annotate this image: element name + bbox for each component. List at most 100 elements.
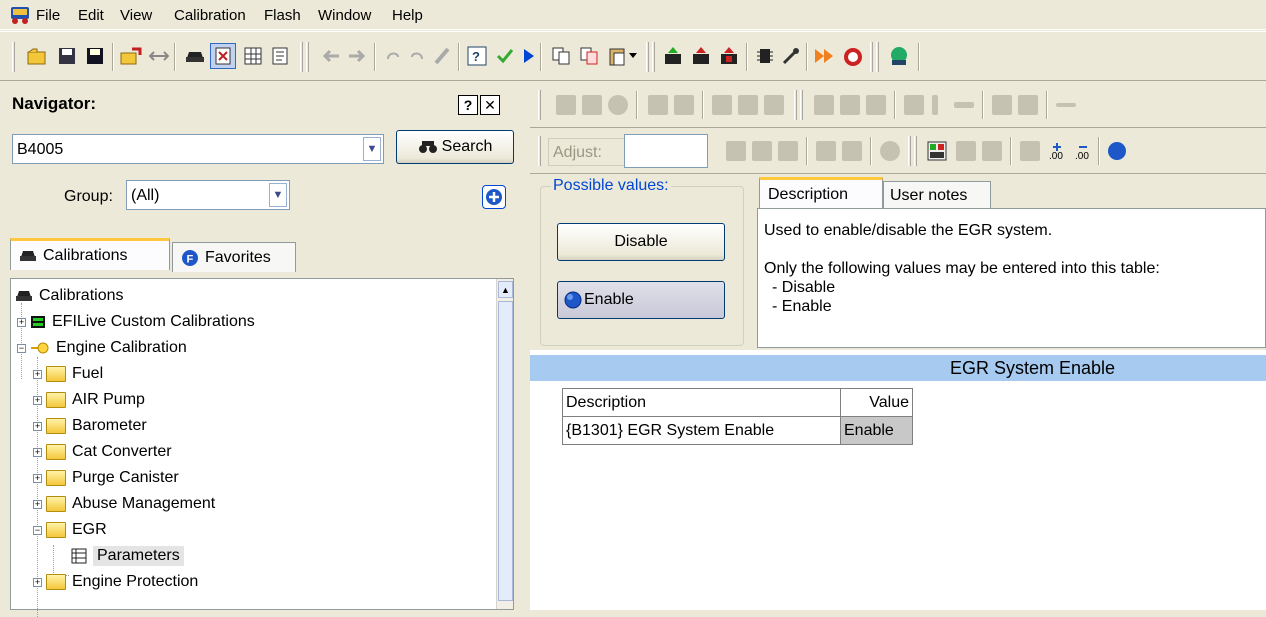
calibration-tree[interactable]: Calibrations + EFILive Custom Calibratio… xyxy=(10,278,514,617)
search-button[interactable]: Search xyxy=(396,130,514,164)
arrow-right-disabled-icon[interactable] xyxy=(1056,103,1076,107)
search-input[interactable]: B4005 xyxy=(17,141,63,159)
scroll-thumb[interactable] xyxy=(498,301,513,601)
expand-plus-icon[interactable]: + xyxy=(17,317,26,327)
expand-plus-icon[interactable]: + xyxy=(33,499,42,509)
chip-icon[interactable] xyxy=(754,45,776,67)
open-compare-icon[interactable] xyxy=(120,45,142,67)
copy-icon[interactable] xyxy=(550,45,572,67)
tree-node-engine-calibration[interactable]: − Engine Calibration xyxy=(17,335,187,361)
tree-folder-egr[interactable]: − EGR xyxy=(33,517,107,543)
column-header-value[interactable]: Value xyxy=(840,388,913,417)
expand-plus-icon[interactable]: + xyxy=(33,395,42,405)
vehicle-icon[interactable] xyxy=(184,45,206,67)
undo-icon[interactable] xyxy=(382,45,404,67)
edit-wizard-icon[interactable] xyxy=(432,45,454,67)
menu-file[interactable]: File xyxy=(36,7,60,24)
align-icon[interactable] xyxy=(1020,141,1040,161)
menu-window[interactable]: Window xyxy=(318,7,371,24)
toolbar-grip[interactable] xyxy=(12,42,15,72)
table-grid-icon[interactable] xyxy=(242,45,264,67)
scroll-up-icon[interactable]: ▲ xyxy=(498,281,513,298)
fill-icon[interactable] xyxy=(764,95,784,115)
alt-icon[interactable] xyxy=(674,95,694,115)
paste-icon[interactable] xyxy=(606,45,628,67)
smooth-icon[interactable] xyxy=(738,95,758,115)
help-context-icon[interactable]: ? xyxy=(466,45,488,67)
add-group-button[interactable] xyxy=(482,185,506,209)
tree-folder-fuel[interactable]: + Fuel xyxy=(33,361,103,387)
tree-folder-abuse-management[interactable]: + Abuse Management xyxy=(33,491,215,517)
expand-plus-icon[interactable]: + xyxy=(33,577,42,587)
compare-arrows-icon[interactable] xyxy=(148,45,170,67)
tree-leaf-parameters[interactable]: Parameters xyxy=(71,543,184,569)
bar-icon[interactable] xyxy=(932,95,938,115)
tools-disabled-icon[interactable] xyxy=(814,95,834,115)
group-select[interactable]: (All) xyxy=(131,187,159,205)
decrease-decimals-icon[interactable]: .00 xyxy=(1072,140,1094,162)
forward-arrow-icon[interactable] xyxy=(346,45,368,67)
plus-minus-icon[interactable] xyxy=(752,141,772,161)
row-value-cell[interactable]: Enable xyxy=(840,416,913,445)
grid-view-icon[interactable] xyxy=(904,95,924,115)
flash-ecu-icon[interactable] xyxy=(690,45,712,67)
tab-calibrations[interactable]: Calibrations xyxy=(10,238,170,270)
tab-user-notes[interactable]: User notes xyxy=(883,181,991,209)
tab-favorites[interactable]: F Favorites xyxy=(172,242,296,272)
info-circle-icon[interactable] xyxy=(1106,140,1128,162)
frame-icon[interactable] xyxy=(956,141,976,161)
cal-icon[interactable] xyxy=(648,95,668,115)
enable-button[interactable]: Enable xyxy=(557,281,725,319)
expand-plus-icon[interactable]: + xyxy=(33,421,42,431)
save-as-icon[interactable] xyxy=(84,45,106,67)
navigator-help-button[interactable]: ? xyxy=(458,95,478,115)
navigator-close-button[interactable]: ✕ xyxy=(480,95,500,115)
tree-folder-cat-converter[interactable]: + Cat Converter xyxy=(33,439,172,465)
interpolate-icon[interactable] xyxy=(712,95,732,115)
hash-icon[interactable] xyxy=(726,141,746,161)
dash-icon[interactable] xyxy=(954,102,974,108)
check-update-icon[interactable] xyxy=(494,45,516,67)
tree-folder-barometer[interactable]: + Barometer xyxy=(33,413,147,439)
tree-node-custom-calibrations[interactable]: + EFILive Custom Calibrations xyxy=(17,309,255,335)
paste-dropdown-icon[interactable] xyxy=(628,45,638,67)
chevron-down-icon[interactable]: ▼ xyxy=(269,183,287,207)
expand-plus-icon[interactable]: + xyxy=(33,369,42,379)
tree-folder-engine-protection[interactable]: + Engine Protection xyxy=(33,569,198,595)
collapse-minus-icon[interactable]: − xyxy=(17,343,26,353)
curve-alt-icon[interactable] xyxy=(842,141,862,161)
menu-flash[interactable]: Flash xyxy=(264,7,301,24)
expand-plus-icon[interactable]: + xyxy=(33,473,42,483)
disable-button[interactable]: Disable xyxy=(557,223,725,261)
merge-view-icon[interactable] xyxy=(1018,95,1038,115)
play-icon[interactable] xyxy=(518,45,540,67)
redo-icon[interactable] xyxy=(406,45,428,67)
flash-cal-icon[interactable] xyxy=(718,45,740,67)
search-combo[interactable]: B4005 ▼ xyxy=(12,134,384,164)
row-description-cell[interactable]: {B1301} EGR System Enable xyxy=(562,416,841,445)
open-folder-icon[interactable] xyxy=(26,45,48,67)
increase-decimals-icon[interactable]: .00 xyxy=(1046,140,1068,162)
copy-special-icon[interactable] xyxy=(578,45,600,67)
calibration-select-icon[interactable] xyxy=(210,43,236,69)
collapse-minus-icon[interactable]: − xyxy=(33,525,42,535)
expand-plus-icon[interactable]: + xyxy=(33,447,42,457)
menu-calibration[interactable]: Calibration xyxy=(174,7,246,24)
tree-folder-purge-canister[interactable]: + Purge Canister xyxy=(33,465,179,491)
target-icon[interactable] xyxy=(880,141,900,161)
tree-node-calibrations-root[interactable]: Calibrations xyxy=(15,283,123,309)
back-arrow-icon[interactable] xyxy=(320,45,342,67)
tab-description[interactable]: Description xyxy=(759,177,883,209)
warning-icon[interactable] xyxy=(866,95,886,115)
chevron-down-icon[interactable]: ▼ xyxy=(363,137,381,161)
column-header-description[interactable]: Description xyxy=(562,388,841,417)
split-view-icon[interactable] xyxy=(992,95,1012,115)
color-grid-icon[interactable] xyxy=(926,140,948,162)
cube-icon[interactable] xyxy=(582,95,602,115)
tools-icon[interactable] xyxy=(780,45,802,67)
menu-help[interactable]: Help xyxy=(392,7,423,24)
menu-edit[interactable]: Edit xyxy=(78,7,104,24)
menu-view[interactable]: View xyxy=(120,7,152,24)
properties-icon[interactable] xyxy=(270,45,292,67)
read-ecu-icon[interactable] xyxy=(662,45,684,67)
